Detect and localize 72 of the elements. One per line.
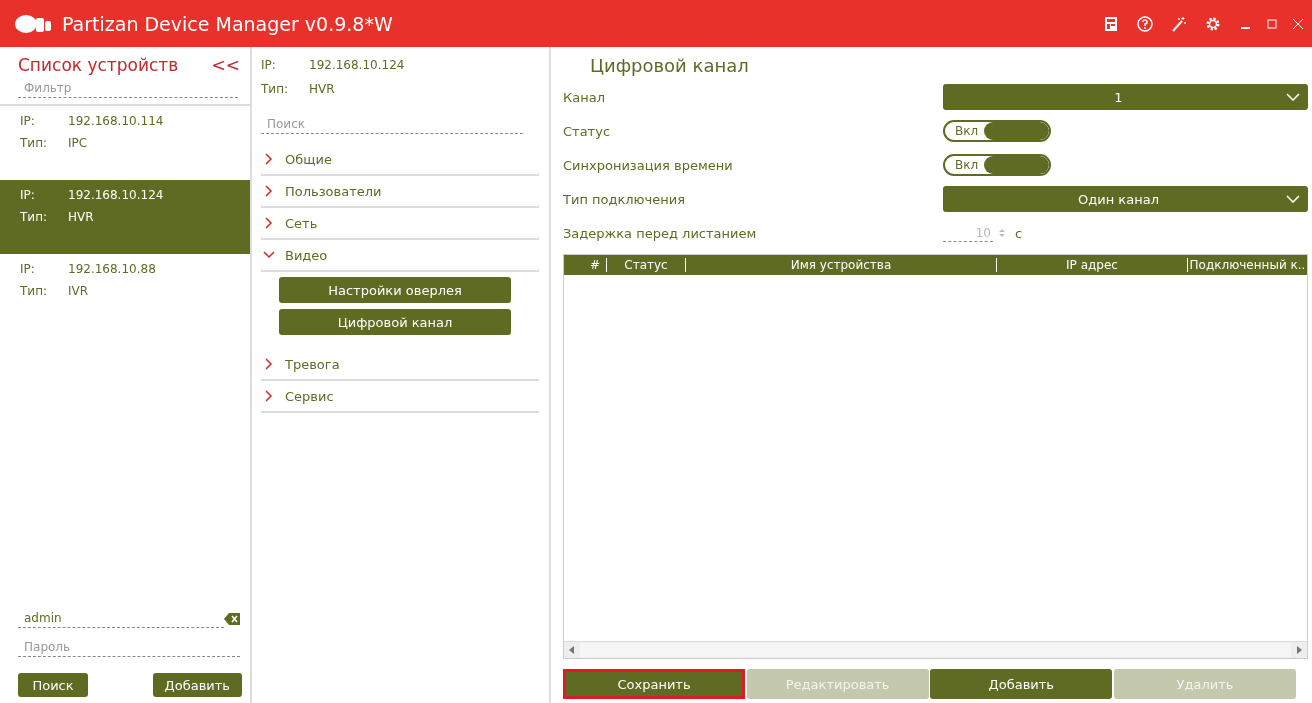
type-label: Тип: [20,284,49,298]
menu-section[interactable]: Видео [261,240,539,272]
document-icon[interactable] [1103,15,1119,32]
menu-section[interactable]: Тревога [261,349,539,381]
ip-value: 192.168.10.124 [68,188,164,202]
unit-label: с [1015,225,1023,241]
field-label: Синхронизация времени [563,157,734,173]
menu-section[interactable]: Общие [261,144,539,176]
action-button[interactable]: Сохранить [563,669,745,699]
menu-section[interactable]: Сеть [261,208,539,240]
column-header[interactable]: IP адрес [997,258,1188,272]
maximize-icon[interactable] [1266,17,1278,30]
sidebar-button[interactable]: Поиск [18,673,88,697]
ip-label: IP: [20,114,36,128]
ip-label: IP: [20,188,36,202]
toggle-switch[interactable]: Вкл [943,154,1051,176]
settings-icon[interactable] [1205,15,1221,32]
type-label: Тип: [20,210,49,224]
submenu-button[interactable]: Настройки оверлея [279,277,511,303]
help-icon[interactable] [1137,15,1153,32]
password-field[interactable]: Пароль [18,638,240,657]
column-header[interactable]: Статус [607,258,686,272]
chevron-icon [263,153,275,165]
toggle-switch[interactable]: Вкл [943,120,1051,142]
type-value: HVR [68,210,94,224]
ip-value: 192.168.10.114 [68,114,164,128]
search-field[interactable]: Поиск [261,115,523,134]
dropdown[interactable]: 1 [943,84,1308,110]
field-label: Канал [563,89,606,105]
chevron-down-icon [1286,93,1300,101]
ip-value: 192.168.10.88 [68,262,156,276]
field-label: Задержка перед листанием [563,225,758,241]
filter-field[interactable]: Фильтр [18,79,238,98]
chevron-icon [263,217,275,229]
device-item[interactable]: IP: 192.168.10.114 Тип: IPC [0,106,250,180]
column-header[interactable]: Имя устройства [686,258,997,272]
chevron-down-icon [1286,195,1300,203]
device-item[interactable]: IP: 192.168.10.124 Тип: HVR [0,180,250,254]
chevron-icon [263,249,275,261]
dropdown[interactable]: Один канал [943,186,1308,212]
column-header[interactable]: # [564,258,607,272]
type-value: IVR [68,284,89,298]
chevron-icon [263,390,275,402]
magic-wand-icon[interactable] [1171,15,1187,32]
collapse-button[interactable]: << [211,55,240,75]
panel-title: Цифровой канал [589,54,750,78]
scroll-left-icon[interactable] [569,646,575,654]
scroll-right-icon[interactable] [1296,646,1302,654]
column-header[interactable]: Подключенный к.. [1188,258,1307,272]
sidebar-button[interactable]: Добавить [152,673,242,697]
horizontal-scrollbar[interactable] [564,641,1307,658]
clear-icon[interactable] [224,612,240,625]
sidebar-title: Список устройств [18,55,179,75]
window-title: Partizan Device Manager v0.9.8*W [62,12,393,35]
chevron-icon [263,185,275,197]
type-label: Тип: [20,136,49,150]
close-icon[interactable] [1292,17,1304,30]
type-value: HVR [309,82,335,96]
type-value: IPC [68,136,88,150]
action-button[interactable]: Добавить [930,669,1113,699]
ip-label: IP: [20,262,36,276]
device-item[interactable]: IP: 192.168.10.88 Тип: IVR [0,254,250,328]
login-field[interactable]: admin [18,609,224,628]
submenu-button[interactable]: Цифровой канал [279,309,511,335]
type-label: Тип: [261,82,290,96]
field-label: Тип подключения [563,191,686,207]
menu-section[interactable]: Пользователи [261,176,539,208]
field-label: Статус [563,123,612,139]
ip-value: 192.168.10.124 [309,58,405,72]
ip-label: IP: [261,58,277,72]
menu-section[interactable]: Сервис [261,381,539,413]
chevron-icon [263,358,275,370]
